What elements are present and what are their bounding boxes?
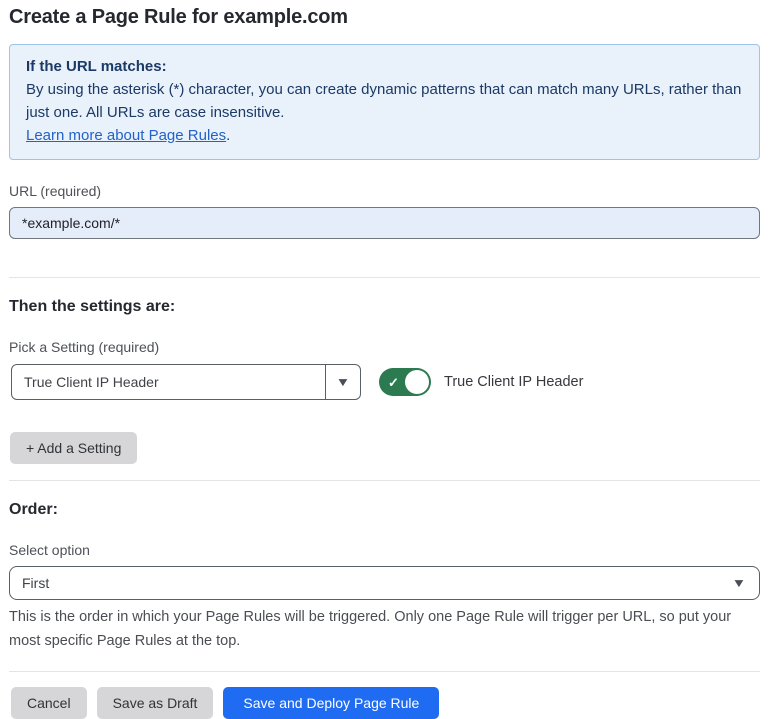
order-help-text: This is the order in which your Page Rul…	[9, 605, 760, 653]
info-box-body: By using the asterisk (*) character, you…	[26, 78, 743, 124]
setting-toggle-label: True Client IP Header	[444, 374, 583, 390]
setting-toggle[interactable]: ✓	[379, 368, 431, 396]
order-select[interactable]: First ▼	[9, 566, 760, 600]
page-title: Create a Page Rule for example.com	[9, 6, 760, 29]
action-button-row: Cancel Save as Draft Save and Deploy Pag…	[11, 687, 760, 719]
add-setting-button[interactable]: + Add a Setting	[10, 432, 137, 464]
setting-select-value: True Client IP Header	[12, 374, 159, 390]
save-and-deploy-button[interactable]: Save and Deploy Page Rule	[223, 687, 439, 719]
divider	[9, 277, 760, 278]
cancel-button[interactable]: Cancel	[11, 687, 87, 719]
url-match-info-box: If the URL matches: By using the asteris…	[9, 44, 760, 160]
check-icon: ✓	[388, 376, 399, 389]
create-page-rule-form: Create a Page Rule for example.com If th…	[0, 0, 769, 719]
pick-setting-label: Pick a Setting (required)	[9, 339, 760, 355]
save-as-draft-button[interactable]: Save as Draft	[97, 687, 214, 719]
learn-more-link[interactable]: Learn more about Page Rules	[26, 127, 226, 144]
toggle-knob	[405, 370, 429, 394]
select-option-label: Select option	[9, 542, 760, 558]
setting-select-arrow-button[interactable]: ▼	[325, 365, 360, 399]
url-input[interactable]	[9, 207, 760, 239]
order-heading: Order:	[9, 501, 760, 519]
info-box-heading: If the URL matches:	[26, 55, 743, 78]
chevron-down-icon: ▼	[336, 376, 351, 388]
url-label: URL (required)	[9, 183, 760, 199]
chevron-down-icon: ▼	[732, 577, 747, 589]
order-select-value: First	[10, 575, 49, 591]
link-period: .	[226, 127, 230, 144]
divider	[9, 480, 760, 481]
setting-row: True Client IP Header ▼ ✓ True Client IP…	[9, 364, 760, 400]
settings-heading: Then the settings are:	[9, 298, 760, 316]
info-link-row: Learn more about Page Rules.	[26, 124, 743, 147]
divider	[9, 671, 760, 672]
setting-select[interactable]: True Client IP Header ▼	[11, 364, 361, 400]
